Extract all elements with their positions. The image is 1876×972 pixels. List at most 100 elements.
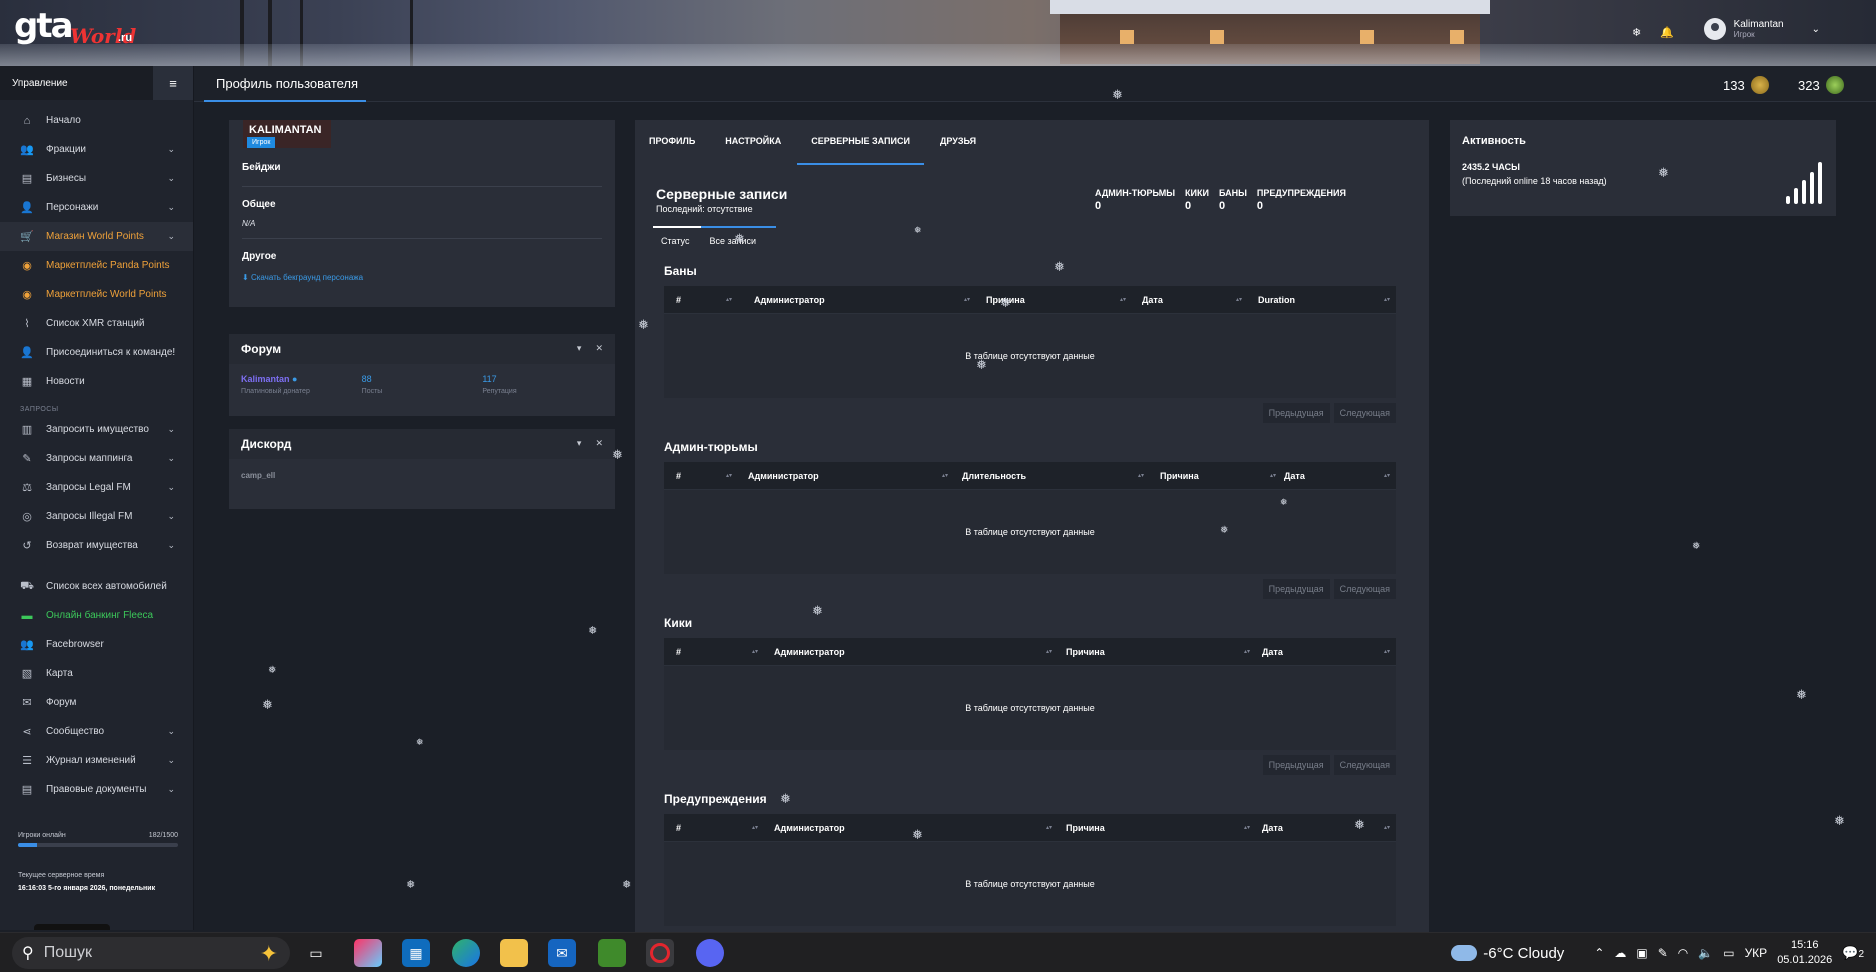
clock[interactable]: 15:16 05.01.2026 xyxy=(1777,938,1832,968)
col-admin[interactable]: Администратор xyxy=(754,295,825,305)
tab-server-records[interactable]: СЕРВЕРНЫЕ ЗАПИСИ xyxy=(797,120,924,165)
sidebar-item-user[interactable]: 👤 Персонажи ⌄ xyxy=(0,193,193,222)
col-date[interactable]: Дата xyxy=(1142,295,1163,305)
bell-icon[interactable]: 🔔 xyxy=(1660,26,1674,39)
collapse-icon[interactable]: ▾ xyxy=(577,438,582,449)
sidebar-item-undo[interactable]: ↺ Возврат имущества ⌄ xyxy=(0,531,193,560)
sidebar-item-user-plus[interactable]: 👤 Присоединиться к команде! xyxy=(0,338,193,367)
sidebar-menu-requests: ▥ Запросить имущество ⌄ ✎ Запросы маппинга ⌄ ⚖… xyxy=(0,415,193,560)
sidebar-item-mask[interactable]: ◎ Запросы Illegal FM ⌄ xyxy=(0,502,193,531)
explorer-icon[interactable] xyxy=(500,939,528,967)
next-button[interactable]: Следующая xyxy=(1333,755,1396,775)
chevron-up-icon[interactable]: ⌃ xyxy=(1594,946,1604,960)
bans-title: Баны xyxy=(664,264,697,278)
col-duration[interactable]: Длительность xyxy=(962,471,1026,481)
col-reason[interactable]: Причина xyxy=(1066,647,1105,657)
task-view-icon[interactable]: ▭ xyxy=(302,939,330,967)
tab-settings[interactable]: НАСТРОЙКА xyxy=(725,120,795,165)
sidebar-item-cart[interactable]: 🛒 Магазин World Points ⌄ xyxy=(0,222,193,251)
sidebar-item-users[interactable]: 👥 Фракции ⌄ xyxy=(0,135,193,164)
world-points-stat[interactable]: 323 xyxy=(1798,76,1844,94)
prev-button[interactable]: Предыдущая xyxy=(1262,579,1330,599)
close-icon[interactable]: ✕ xyxy=(595,438,603,449)
subtab-all-records[interactable]: Все записи xyxy=(701,226,776,250)
sidebar-item-chat[interactable]: ✉ Форум xyxy=(0,688,193,717)
sidebar-item-label: Маркетплейс World Points xyxy=(46,289,167,300)
onedrive-icon[interactable]: ☁ xyxy=(1614,946,1626,960)
sidebar-item-coins[interactable]: ◉ Маркетплейс World Points xyxy=(0,280,193,309)
discord-widget-title: Дискорд xyxy=(241,437,292,451)
wifi-icon[interactable]: ◠ xyxy=(1678,946,1688,960)
sidebar-item-building[interactable]: ▥ Запросить имущество ⌄ xyxy=(0,415,193,444)
close-icon[interactable]: ✕ xyxy=(595,343,603,354)
site-logo[interactable]: gta World .ru xyxy=(14,6,136,58)
car-icon: ⛟ xyxy=(20,579,34,592)
panda-points-stat[interactable]: 133 xyxy=(1723,76,1769,94)
notification-icon[interactable]: 💬2 xyxy=(1842,945,1864,961)
sidebar-item-bank-card[interactable]: ▬ Онлайн банкинг Fleeca xyxy=(0,601,193,630)
col-date[interactable]: Дата xyxy=(1262,823,1283,833)
document-icon: ▤ xyxy=(21,784,33,796)
edge-icon[interactable] xyxy=(452,939,480,967)
sidebar-item-label: Журнал изменений xyxy=(46,755,136,766)
col-number[interactable]: # xyxy=(676,647,681,657)
briefcase-icon: ▤ xyxy=(21,173,33,185)
download-background-link[interactable]: ⬇ Скачать бекграунд персонажа xyxy=(242,273,363,282)
sidebar-item-map[interactable]: ▧ Карта xyxy=(0,659,193,688)
taskbar-search[interactable]: ⚲ Пошук ✦ xyxy=(12,937,290,969)
forum-posts-value[interactable]: 88 xyxy=(362,374,483,384)
weather-widget[interactable]: -6°C Cloudy xyxy=(1451,945,1564,962)
col-reason[interactable]: Причина xyxy=(986,295,1025,305)
prev-button[interactable]: Предыдущая xyxy=(1262,403,1330,423)
col-admin[interactable]: Администратор xyxy=(774,823,845,833)
sidebar-item-car[interactable]: ⛟ Список всех автомобилей xyxy=(0,572,193,601)
logo-ru: .ru xyxy=(118,32,133,44)
col-date[interactable]: Дата xyxy=(1284,471,1305,481)
col-number[interactable]: # xyxy=(676,295,681,305)
tab-profile[interactable]: ПРОФИЛЬ xyxy=(649,120,709,165)
col-reason[interactable]: Причина xyxy=(1160,471,1199,481)
col-duration[interactable]: Duration xyxy=(1258,295,1295,305)
outlook-icon[interactable]: ✉ xyxy=(548,939,576,967)
col-admin[interactable]: Администратор xyxy=(748,471,819,481)
pen-icon[interactable]: ✎ xyxy=(1658,946,1668,960)
sidebar-item-coins[interactable]: ◉ Маркетплейс Panda Points xyxy=(0,251,193,280)
sidebar-item-briefcase[interactable]: ▤ Бизнесы ⌄ xyxy=(0,164,193,193)
forum-user-link[interactable]: Kalimantan ● xyxy=(241,374,362,384)
col-date[interactable]: Дата xyxy=(1262,647,1283,657)
sidebar-item-scale[interactable]: ⚖ Запросы Legal FM ⌄ xyxy=(0,473,193,502)
sidebar-item-document[interactable]: ▤ Правовые документы ⌄ xyxy=(0,775,193,804)
sidebar-item-newspaper[interactable]: ▦ Новости xyxy=(0,367,193,396)
user-menu[interactable]: Kalimantan Игрок ⌄ xyxy=(1703,18,1820,40)
col-reason[interactable]: Причина xyxy=(1066,823,1105,833)
opera-icon[interactable] xyxy=(646,939,674,967)
tab-friends[interactable]: ДРУЗЬЯ xyxy=(940,120,990,165)
subtab-status[interactable]: Статус xyxy=(653,226,706,250)
store-icon[interactable]: ▦ xyxy=(402,939,430,967)
collapse-icon[interactable]: ▾ xyxy=(577,343,582,354)
next-button[interactable]: Следующая xyxy=(1333,403,1396,423)
sidebar-item-brush[interactable]: ✎ Запросы маппинга ⌄ xyxy=(0,444,193,473)
battery-icon[interactable]: ▭ xyxy=(1723,946,1734,960)
col-admin[interactable]: Администратор xyxy=(774,647,845,657)
chevron-down-icon[interactable]: ⌄ xyxy=(1812,24,1820,35)
forum-reputation-value[interactable]: 117 xyxy=(482,374,603,384)
snowflake-icon[interactable]: ❄ xyxy=(1632,26,1644,39)
copilot-icon[interactable] xyxy=(354,939,382,967)
minecraft-icon[interactable] xyxy=(598,939,626,967)
monitor-icon[interactable]: ▣ xyxy=(1636,946,1647,960)
undo-icon: ↺ xyxy=(22,540,32,552)
next-button[interactable]: Следующая xyxy=(1333,579,1396,599)
sidebar-item-home[interactable]: ⌂ Начало xyxy=(0,106,193,135)
hamburger-menu-icon[interactable]: ≡ xyxy=(153,66,193,100)
sidebar-item-people[interactable]: 👥 Facebrowser xyxy=(0,630,193,659)
sidebar-item-list[interactable]: ☰ Журнал изменений ⌄ xyxy=(0,746,193,775)
prev-button[interactable]: Предыдущая xyxy=(1262,755,1330,775)
col-number[interactable]: # xyxy=(676,471,681,481)
language-indicator[interactable]: УКР xyxy=(1745,946,1768,960)
sidebar-item-antenna[interactable]: ⌇ Список XMR станций xyxy=(0,309,193,338)
discord-icon[interactable] xyxy=(696,939,724,967)
volume-icon[interactable]: 🔈 xyxy=(1698,946,1713,960)
sidebar-item-share[interactable]: ⋖ Сообщество ⌄ xyxy=(0,717,193,746)
col-number[interactable]: # xyxy=(676,823,681,833)
